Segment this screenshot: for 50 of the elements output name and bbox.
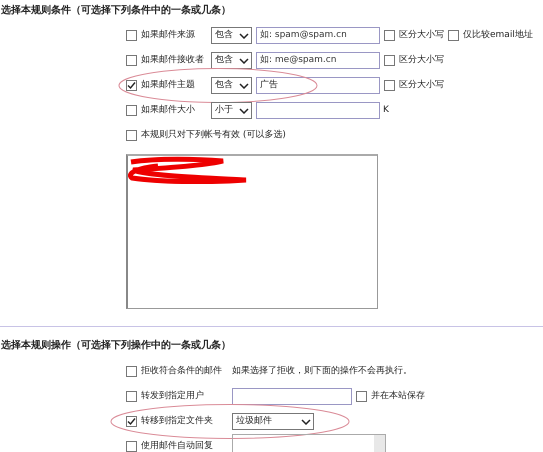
chevron-down-icon <box>301 418 311 424</box>
checkbox[interactable] <box>126 416 137 427</box>
checkbox[interactable] <box>126 105 137 116</box>
chevron-down-icon <box>239 82 249 88</box>
reply-textarea[interactable] <box>232 434 386 452</box>
checkbox[interactable] <box>126 441 137 452</box>
select-dropdown[interactable]: 包含 <box>211 77 252 94</box>
checkbox[interactable] <box>126 366 137 377</box>
checkbox-label: 本规则只对下列帐号有效 (可以多选) <box>141 128 286 142</box>
text-field[interactable] <box>256 102 380 119</box>
checkbox-label: 使用邮件自动回复 <box>141 440 214 452</box>
select-dropdown[interactable]: 小于 <box>211 102 252 119</box>
checkbox-label: 仅比较email地址 <box>463 28 533 42</box>
checkbox-label: 转移到指定文件夹 <box>141 414 214 428</box>
section-title: 选择本规则条件（可选择下列条件中的一条或几条） <box>0 4 232 18</box>
select-dropdown[interactable]: 垃圾邮件 <box>232 413 314 430</box>
checkbox-label: 如果邮件接收者 <box>141 54 205 67</box>
checkbox-label: 区分大小写 <box>399 54 444 67</box>
checkbox[interactable] <box>384 30 395 41</box>
checkbox[interactable] <box>356 391 367 402</box>
checkbox[interactable] <box>126 30 137 41</box>
checkbox-label: 如果邮件来源 <box>141 28 196 42</box>
checkbox[interactable] <box>126 80 137 91</box>
account-list[interactable] <box>126 154 378 309</box>
hint-text: 如果选择了拒收，则下面的操作不会再执行。 <box>232 364 412 378</box>
checkbox-label: 并在本站保存 <box>371 390 425 403</box>
checkbox-label: 如果邮件大小 <box>141 104 196 117</box>
section-title: 选择本规则操作（可选择下列操作中的一条或几条） <box>0 338 232 353</box>
checkbox[interactable] <box>384 55 395 66</box>
checkbox[interactable] <box>126 391 137 402</box>
select-dropdown[interactable]: 包含 <box>211 27 252 44</box>
checkbox-label: 如果邮件主题 <box>141 78 196 92</box>
checkbox-label: 区分大小写 <box>399 78 444 92</box>
scrollbar[interactable] <box>374 435 385 452</box>
text-field[interactable]: 如: me@spam.cn <box>256 52 380 69</box>
chevron-down-icon <box>239 58 249 64</box>
text-field[interactable] <box>232 388 352 405</box>
select-dropdown[interactable]: 包含 <box>211 52 252 69</box>
text-field[interactable]: 如: spam@spam.cn <box>256 27 380 44</box>
checkbox[interactable] <box>384 80 395 91</box>
checkbox[interactable] <box>448 30 459 41</box>
checkbox-label: 转发到指定用户 <box>141 390 205 403</box>
checkbox-label: 拒收符合条件的邮件 <box>141 364 223 378</box>
chevron-down-icon <box>239 32 249 38</box>
checkbox[interactable] <box>126 55 137 66</box>
text-field[interactable]: 广告 <box>256 77 380 94</box>
checkbox[interactable] <box>126 130 137 141</box>
unit-label: K <box>383 104 389 117</box>
checkbox-label: 区分大小写 <box>399 28 444 42</box>
chevron-down-icon <box>239 108 249 114</box>
